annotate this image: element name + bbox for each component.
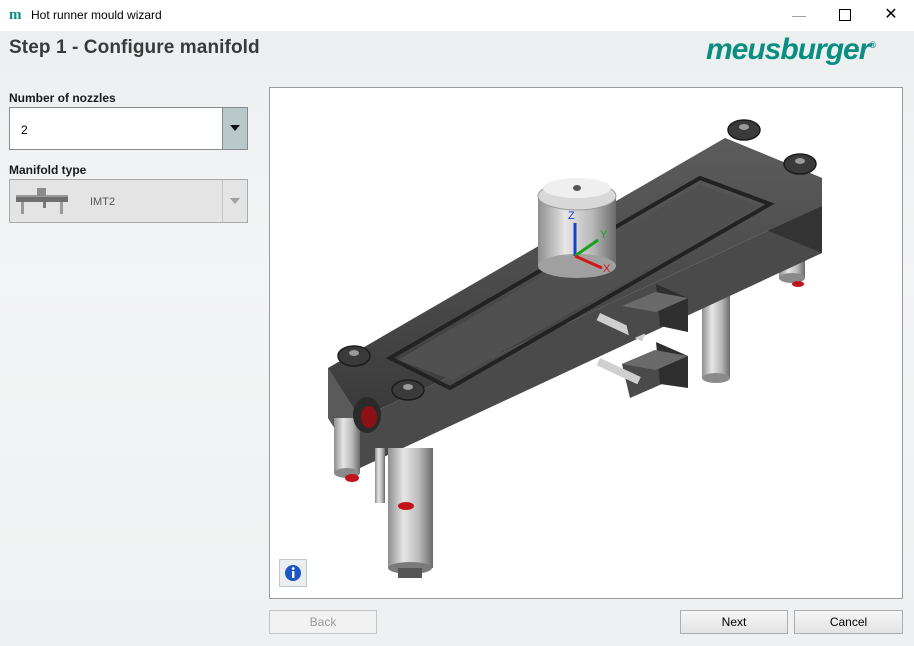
manifold-dropdown-button xyxy=(222,180,247,222)
manifold-type-dropdown[interactable]: IMT2 xyxy=(9,179,248,223)
info-button[interactable] xyxy=(279,559,307,587)
app-logo-icon: m xyxy=(9,7,22,23)
page-title: Step 1 - Configure manifold xyxy=(9,37,260,58)
brand-name: meusburger xyxy=(706,33,870,66)
back-button[interactable]: Back xyxy=(269,610,377,634)
manifold-thumbnail-icon xyxy=(16,188,68,214)
nozzles-dropdown-button[interactable] xyxy=(222,108,247,149)
maximize-button[interactable] xyxy=(822,0,868,31)
maximize-icon xyxy=(839,9,851,22)
close-button[interactable]: ✕ xyxy=(868,0,914,31)
z-axis-label: Z xyxy=(568,210,575,222)
nozzles-label: Number of nozzles xyxy=(9,91,116,105)
3d-viewport[interactable]: Z Y X xyxy=(269,87,903,599)
brand-registered-mark: ® xyxy=(869,40,876,50)
brand-logo: meusburger® xyxy=(706,33,876,67)
x-axis-label: X xyxy=(603,263,611,275)
nozzles-value: 2 xyxy=(21,123,28,137)
nozzles-dropdown[interactable]: 2 xyxy=(9,107,248,150)
next-button[interactable]: Next xyxy=(680,610,788,634)
title-bar: m Hot runner mould wizard — ✕ xyxy=(0,0,914,32)
chevron-down-icon xyxy=(230,125,240,131)
manifold-type-value: IMT2 xyxy=(90,196,116,208)
manifold-type-label: Manifold type xyxy=(9,163,87,177)
info-icon xyxy=(285,565,301,581)
manifold-3d-model[interactable]: Z Y X xyxy=(270,88,902,598)
window-title: Hot runner mould wizard xyxy=(31,8,162,22)
wizard-content: Step 1 - Configure manifold meusburger® … xyxy=(0,31,914,646)
y-axis-label: Y xyxy=(600,229,608,241)
cancel-button[interactable]: Cancel xyxy=(794,610,903,634)
minimize-button[interactable]: — xyxy=(776,0,822,31)
chevron-down-icon xyxy=(230,198,240,204)
